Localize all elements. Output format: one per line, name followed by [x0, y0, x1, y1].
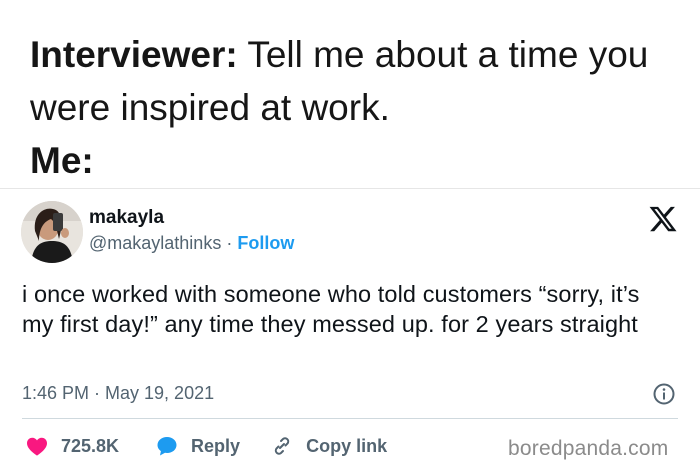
copy-link-label: Copy link	[306, 435, 388, 456]
heart-icon	[27, 437, 47, 456]
tweet-text: i once worked with someone who told cust…	[22, 281, 640, 337]
follow-link[interactable]: Follow	[237, 233, 294, 253]
timestamp[interactable]: 1:46 PM · May 19, 2021	[22, 383, 214, 404]
reply-label: Reply	[191, 435, 241, 456]
meme-caption: Interviewer: Tell me about a time you we…	[30, 28, 680, 187]
reply-button[interactable]: Reply	[155, 434, 240, 458]
avatar[interactable]	[21, 201, 83, 263]
link-icon	[274, 437, 290, 455]
tweet-actions: 725.8K Reply Copy link	[25, 432, 387, 460]
copy-link-button[interactable]: Copy link	[270, 434, 387, 458]
tweet-card: makayla @makaylathinks · Follow i once w…	[0, 189, 700, 473]
x-logo-icon[interactable]	[648, 204, 678, 234]
handle-separator: ·	[221, 233, 238, 253]
handle-line: @makaylathinks · Follow	[89, 233, 294, 254]
speech-bubble-icon	[157, 437, 177, 456]
actions-divider	[22, 418, 678, 419]
info-icon[interactable]	[652, 382, 676, 406]
like-count: 725.8K	[61, 435, 120, 456]
display-name[interactable]: makayla	[89, 207, 164, 229]
interviewer-label: Interviewer:	[30, 34, 238, 75]
handle[interactable]: @makaylathinks	[89, 233, 221, 253]
like-button[interactable]: 725.8K	[25, 434, 119, 458]
me-label: Me:	[30, 140, 94, 181]
watermark: boredpanda.com	[508, 437, 669, 460]
